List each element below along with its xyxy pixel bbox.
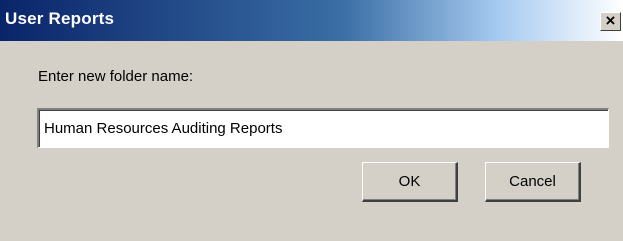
dialog-title: User Reports [5, 9, 115, 28]
title-bar[interactable]: User Reports × [0, 0, 623, 41]
ok-button[interactable]: OK [362, 162, 458, 202]
folder-name-label: Enter new folder name: [38, 68, 194, 85]
folder-name-input[interactable] [37, 108, 609, 148]
user-reports-dialog: User Reports × Enter new folder name: OK… [0, 0, 623, 241]
cancel-button[interactable]: Cancel [485, 162, 581, 202]
close-button[interactable]: × [600, 11, 621, 31]
close-icon: × [605, 11, 616, 30]
